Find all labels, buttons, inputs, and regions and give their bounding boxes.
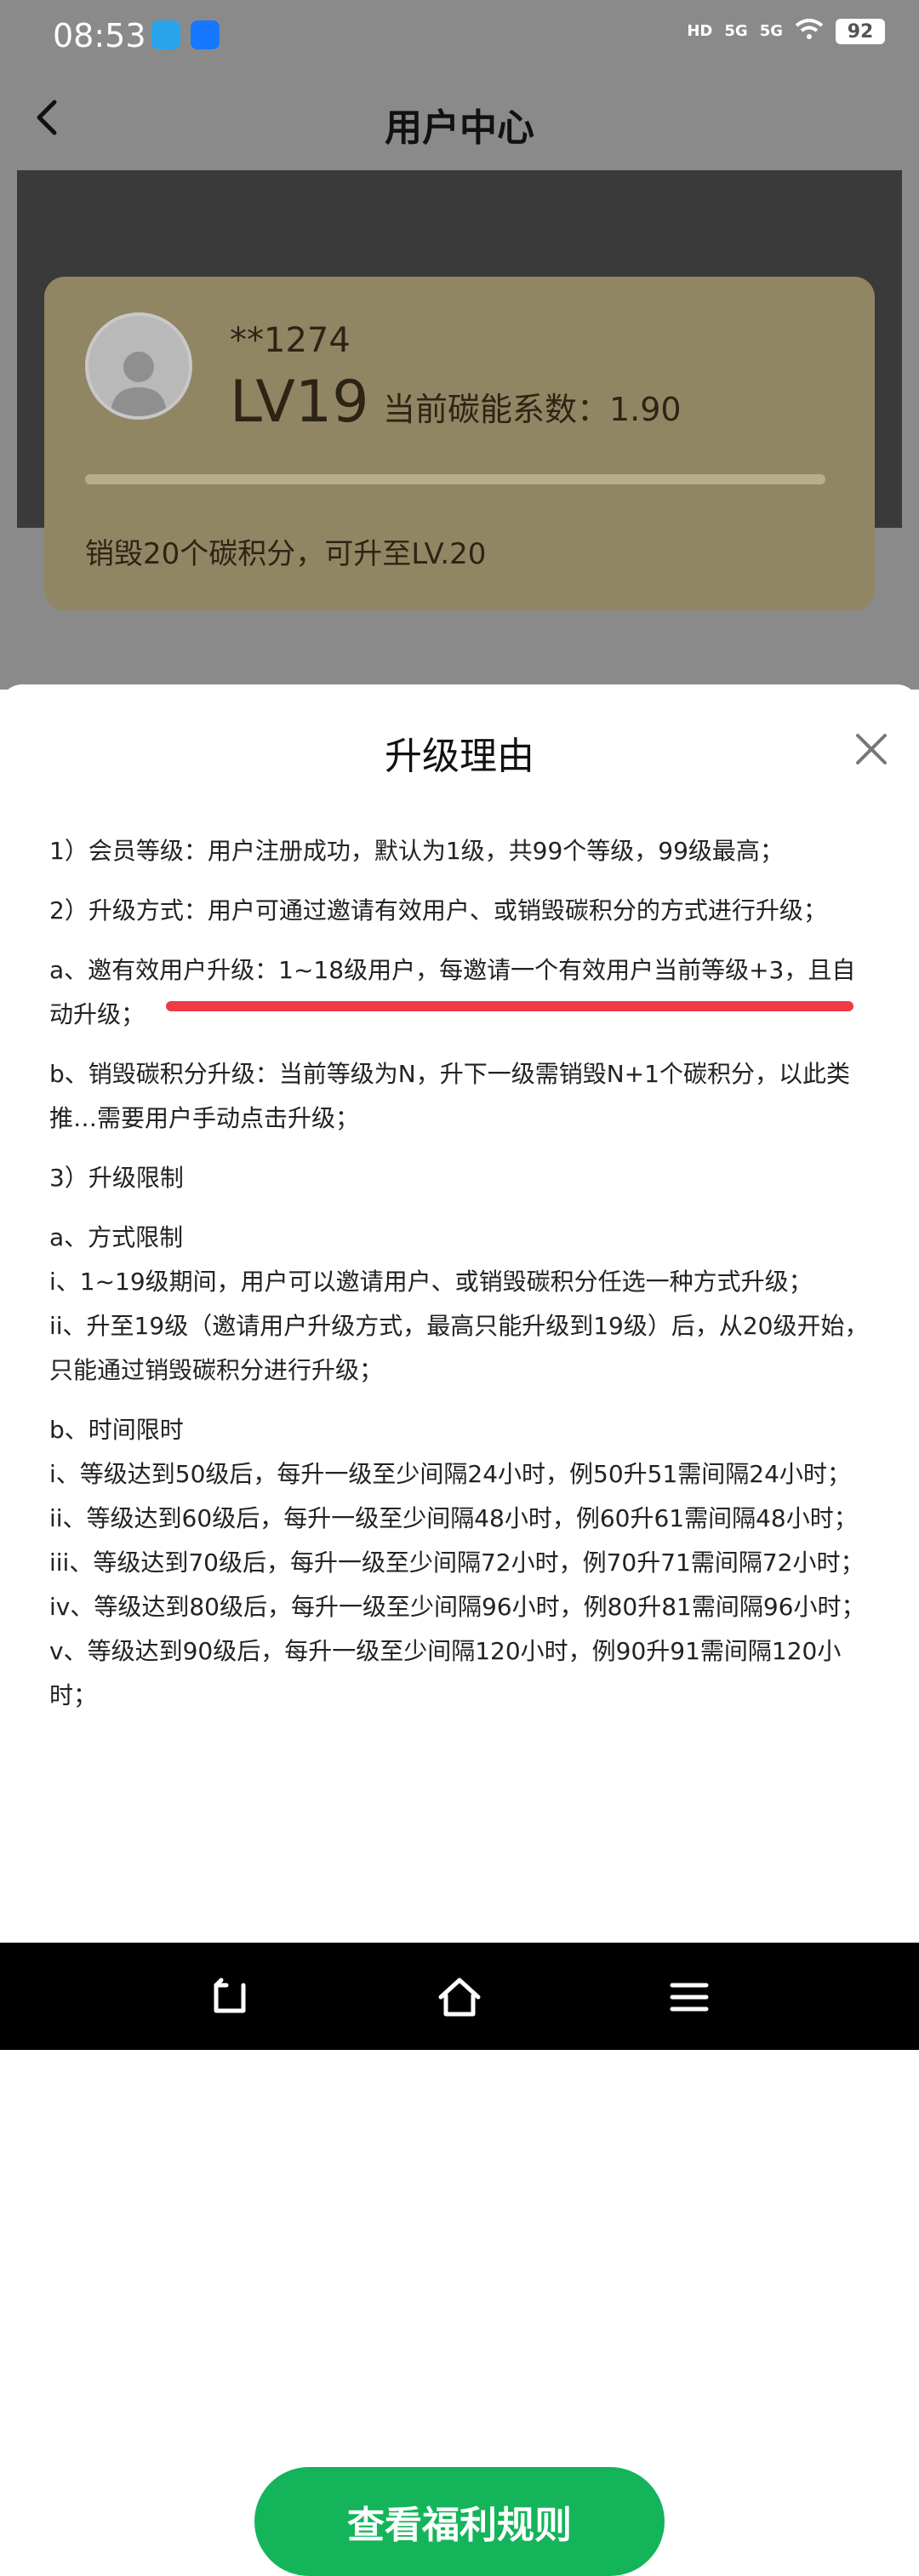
rule-line: 2）升级方式：用户可通过邀请有效用户、或销毁碳积分的方式进行升级； <box>49 896 827 924</box>
close-button[interactable] <box>853 730 890 768</box>
rule-line: iii、等级达到70级后，每升一级至少间隔72小时，例70升71需间隔72小时； <box>49 1548 865 1577</box>
wifi-icon <box>795 19 824 44</box>
nav-home-button[interactable] <box>434 1972 485 2023</box>
qq-icon <box>151 20 180 49</box>
battery-indicator: 92 <box>836 19 885 44</box>
rule-line: b、销毁碳积分升级：当前等级为N，升下一级需销毁N+1个碳积分，以此类推…需要用… <box>49 1060 850 1132</box>
nav-back-button[interactable] <box>203 1972 254 2023</box>
rule-line: a、方式限制 <box>49 1223 184 1251</box>
rule-line: a、邀有效用户升级：1~18级用户，每邀请一个有效用户当前等级+3，且自动升级； <box>49 956 856 1028</box>
app-header: 用户中心 <box>0 72 919 170</box>
home-icon <box>438 1978 481 2017</box>
user-icon <box>111 352 167 416</box>
rule-line: ii、等级达到60级后，每升一级至少间隔48小时，例60升61需间隔48小时； <box>49 1504 858 1532</box>
carbon-coefficient: 当前碳能系数：1.90 <box>383 391 682 428</box>
page-title: 用户中心 <box>385 106 534 150</box>
sheet-title: 升级理由 <box>385 735 534 778</box>
menu-icon <box>670 1983 709 2012</box>
nav-menu-button[interactable] <box>664 1972 715 2023</box>
status-bar: 08:53 HD 5G 5G 92 <box>0 0 919 72</box>
rule-line: iv、等级达到80级后，每升一级至少间隔96小时，例80升81需间隔96小时； <box>49 1593 865 1621</box>
view-benefit-rules-button[interactable]: 查看福利规则 <box>254 2467 665 2576</box>
network-5g-2: 5G <box>759 22 783 40</box>
upgrade-tip: 销毁20个碳积分，可升至LV.20 <box>85 537 487 571</box>
close-icon <box>856 734 887 764</box>
rule-line: b、时间限时 <box>49 1416 184 1444</box>
clock: 08:53 <box>53 17 146 54</box>
hd-label: HD <box>687 22 713 40</box>
user-card: **1274 LV19 当前碳能系数：1.90 销毁20个碳积分，可升至LV.2… <box>44 277 875 610</box>
level-progress-fill <box>85 474 825 484</box>
user-id: **1274 <box>230 321 351 360</box>
user-level: LV19 <box>230 369 369 436</box>
avatar[interactable] <box>85 312 192 420</box>
alipay-icon <box>191 20 220 49</box>
highlight-underline <box>166 1001 853 1011</box>
system-nav-bar <box>0 1943 919 2050</box>
network-5g-1: 5G <box>724 22 748 40</box>
rule-line: i、1~19级期间，用户可以邀请用户、或销毁碳积分任选一种方式升级； <box>49 1268 813 1296</box>
rule-line: v、等级达到90级后，每升一级至少间隔120小时，例90升91需间隔120小时； <box>49 1637 842 1709</box>
upgrade-reason-sheet: 升级理由 1）会员等级：用户注册成功，默认为1级，共99个等级，99级最高； 2… <box>0 684 919 2576</box>
rule-line: i、等级达到50级后，每升一级至少间隔24小时，例50升51需间隔24小时； <box>49 1460 851 1488</box>
rule-line: ii、升至19级（邀请用户升级方式，最高只能升级到19级）后，从20级开始，只能… <box>49 1312 869 1384</box>
rule-line: 3）升级限制 <box>49 1164 184 1192</box>
level-progress-bar <box>85 474 825 484</box>
status-icons: HD 5G 5G 92 <box>687 19 885 44</box>
rule-line: 1）会员等级：用户注册成功，默认为1级，共99个等级，99级最高； <box>49 837 784 865</box>
rules-text: 1）会员等级：用户注册成功，默认为1级，共99个等级，99级最高； 2）升级方式… <box>49 829 875 1718</box>
back-arrow-icon <box>214 1978 246 2013</box>
